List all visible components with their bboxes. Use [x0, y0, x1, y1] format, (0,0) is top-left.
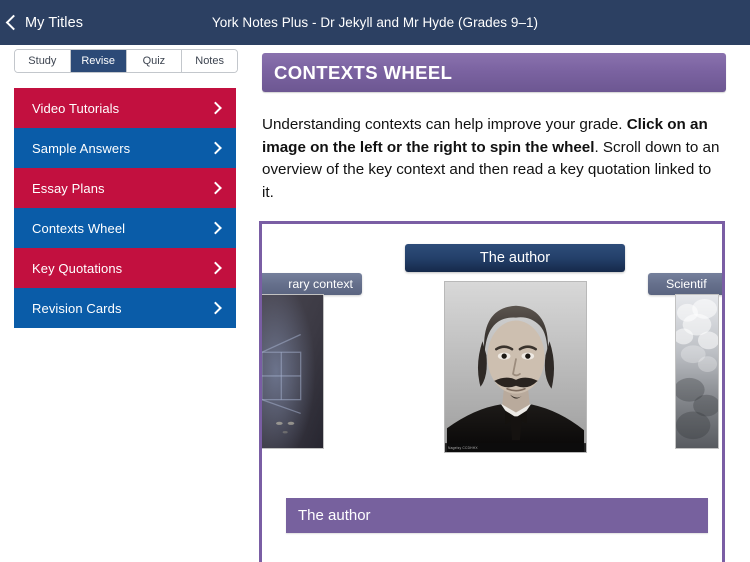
- intro-text-part1: Understanding contexts can help improve …: [262, 116, 627, 133]
- intro-paragraph: Understanding contexts can help improve …: [262, 114, 724, 204]
- sidebar-item-essay-plans[interactable]: Essay Plans: [14, 168, 236, 208]
- wheel-left-label-text: rary context: [288, 277, 353, 291]
- chevron-right-icon: [209, 221, 222, 235]
- chevron-right-icon: [209, 181, 222, 195]
- wheel-left-image[interactable]: [262, 294, 324, 449]
- wheel-center-label[interactable]: The author: [405, 244, 625, 272]
- sidebar-item-label: Essay Plans: [32, 180, 105, 196]
- content-header: CONTEXTS WHEEL: [262, 53, 726, 92]
- sidebar-item-video-tutorials[interactable]: Video Tutorials: [14, 88, 236, 128]
- chevron-left-icon: [5, 14, 22, 31]
- sidebar-item-revision-cards[interactable]: Revision Cards: [14, 288, 236, 328]
- wheel-right-label-text: Scientif: [666, 277, 707, 291]
- wheel-right-label[interactable]: Scientif: [648, 273, 722, 295]
- sidebar-item-sample-answers[interactable]: Sample Answers: [14, 128, 236, 168]
- sidebar-item-key-quotations[interactable]: Key Quotations: [14, 248, 236, 288]
- tab-study[interactable]: Study: [15, 50, 71, 72]
- chevron-right-icon: [209, 101, 222, 115]
- chevron-right-icon: [209, 261, 222, 275]
- contexts-wheel-panel: rary context The author Nagelsy CCDHHX S…: [259, 221, 725, 562]
- wheel-left-label[interactable]: rary context: [262, 273, 362, 295]
- mode-tab-bar: Study Revise Quiz Notes: [14, 49, 238, 73]
- sidebar-item-label: Video Tutorials: [32, 100, 120, 116]
- back-button[interactable]: My Titles: [5, 14, 84, 31]
- top-navigation-bar: My Titles York Notes Plus - Dr Jekyll an…: [0, 0, 750, 45]
- tab-notes[interactable]: Notes: [182, 50, 237, 72]
- main-content: CONTEXTS WHEEL Understanding contexts ca…: [262, 53, 726, 204]
- context-section-bar[interactable]: The author: [286, 498, 708, 533]
- sidebar-item-label: Sample Answers: [32, 140, 131, 156]
- tab-revise[interactable]: Revise: [70, 50, 127, 72]
- dark-window-silhouette-icon: [262, 295, 323, 448]
- chevron-right-icon: [209, 141, 222, 155]
- tab-quiz[interactable]: Quiz: [126, 50, 183, 72]
- smoke-clouds-icon: [676, 295, 718, 448]
- wheel-right-image[interactable]: [675, 294, 719, 449]
- sidebar-item-contexts-wheel[interactable]: Contexts Wheel: [14, 208, 236, 248]
- wheel-center-label-text: The author: [479, 250, 551, 266]
- sidebar-item-label: Contexts Wheel: [32, 220, 126, 236]
- page-title: York Notes Plus - Dr Jekyll and Mr Hyde …: [211, 15, 539, 30]
- back-button-label: My Titles: [25, 14, 84, 31]
- sidebar-item-label: Key Quotations: [32, 260, 123, 276]
- contexts-wheel-inner: rary context The author Nagelsy CCDHHX S…: [262, 224, 722, 562]
- app-root: My Titles York Notes Plus - Dr Jekyll an…: [0, 0, 750, 562]
- author-portrait-icon: [445, 282, 586, 452]
- wheel-center-image[interactable]: Nagelsy CCDHHX: [444, 281, 587, 453]
- content-header-title: CONTEXTS WHEEL: [274, 61, 453, 83]
- chevron-right-icon: [209, 301, 222, 315]
- context-section-bar-label: The author: [298, 507, 371, 524]
- sidebar-item-label: Revision Cards: [32, 300, 122, 316]
- portrait-watermark-caption: Nagelsy CCDHHX: [448, 446, 478, 450]
- sidebar-menu: Video Tutorials Sample Answers Essay Pla…: [14, 88, 236, 328]
